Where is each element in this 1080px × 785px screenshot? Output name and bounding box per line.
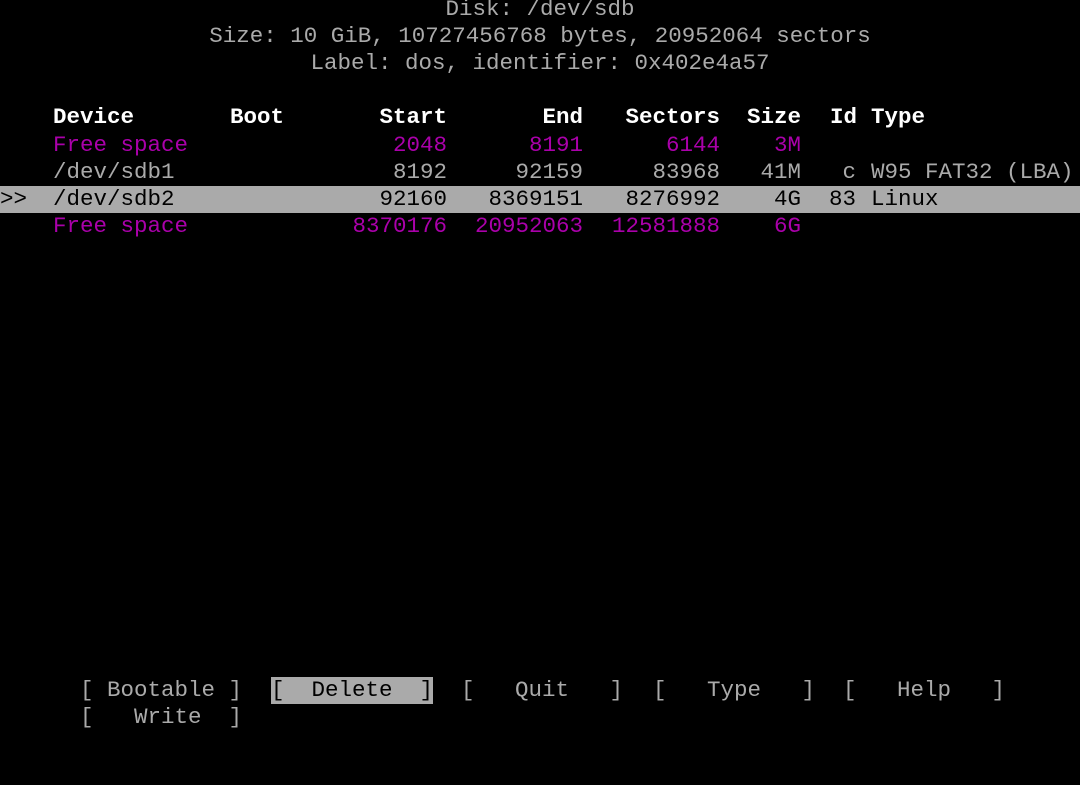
delete-button[interactable]: [ Delete ] (271, 677, 434, 704)
cell-end: 92159 (515, 159, 583, 185)
quit-button[interactable]: [ Quit ] (461, 677, 623, 704)
cell-sectors: 12581888 (611, 213, 720, 239)
col-id: Id (830, 104, 858, 130)
cell-end: 8369151 (488, 186, 583, 212)
disk-label-text: Label: dos, identifier: 0x402e4a57 (310, 50, 770, 76)
partition-row[interactable]: >> /dev/sdb2 92160 8369151 8276992 4G 83 Linux (0, 186, 1080, 213)
help-button[interactable]: [ Help ] (843, 677, 1005, 704)
cell-end: 20952063 (474, 213, 583, 239)
cell-size: 3M (773, 132, 801, 158)
partition-row[interactable]: Free space 2048 8191 6144 3M (0, 132, 1080, 159)
write-button[interactable]: [ Write ] (80, 704, 242, 731)
col-sectors: Sectors (625, 104, 720, 130)
cell-marker: >> (0, 186, 28, 212)
col-size: Size (746, 104, 801, 130)
disk-title: Disk: /dev/sdb (0, 0, 1080, 23)
cell-size: 4G (773, 186, 801, 212)
cell-size: 6G (773, 213, 801, 239)
cell-start: 92160 (379, 186, 447, 212)
disk-size: Size: 10 GiB, 10727456768 bytes, 2095206… (0, 23, 1080, 50)
partition-row[interactable]: /dev/sdb1 8192 92159 83968 41M c W95 FAT32 (LB… (0, 159, 1080, 186)
cell-size: 41M (760, 159, 801, 185)
cell-sectors: 6144 (665, 132, 720, 158)
cell-device: Free space (53, 132, 189, 158)
col-type: Type (871, 104, 926, 130)
cell-start: 8370176 (352, 213, 447, 239)
disk-label: Label: dos, identifier: 0x402e4a57 (0, 50, 1080, 77)
cell-sectors: 83968 (652, 159, 720, 185)
cell-type: W95 FAT32 (LBA) (871, 159, 1074, 185)
col-boot: Boot (230, 104, 285, 130)
cell-sectors: 8276992 (625, 186, 720, 212)
partition-row[interactable]: Free space 8370176 20952063 12581888 6G (0, 213, 1080, 240)
col-end: End (542, 104, 583, 130)
cell-device: /dev/sdb1 (53, 159, 175, 185)
bootable-button[interactable]: [ Bootable ] (80, 677, 242, 704)
cell-start: 8192 (392, 159, 447, 185)
cell-start: 2048 (392, 132, 447, 158)
cell-type: Linux (871, 186, 939, 212)
col-device: Device (53, 104, 135, 130)
cell-id: c (842, 159, 856, 185)
col-start: Start (379, 104, 447, 130)
disk-name: Disk: /dev/sdb (445, 0, 635, 22)
cell-id: 83 (828, 186, 856, 212)
cell-end: 8191 (528, 132, 583, 158)
table-header: Device Boot Start End Sectors Size Id Ty… (0, 104, 1080, 131)
cell-device: /dev/sdb2 (53, 186, 175, 212)
disk-size-text: Size: 10 GiB, 10727456768 bytes, 2095206… (209, 23, 871, 49)
type-button[interactable]: [ Type ] (653, 677, 815, 704)
cell-device: Free space (53, 213, 189, 239)
